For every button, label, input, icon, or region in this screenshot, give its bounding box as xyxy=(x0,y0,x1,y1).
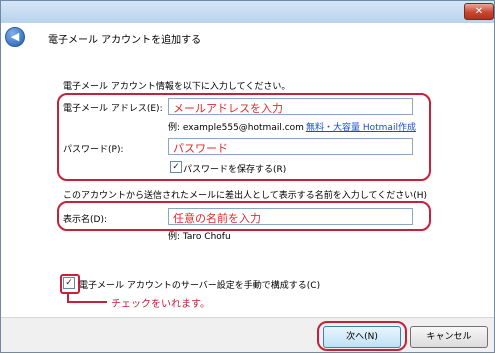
annotation-note: チェックをいれます。 xyxy=(111,299,210,310)
manual-config-checkbox[interactable]: ✓ xyxy=(63,277,75,289)
cancel-button[interactable]: キャンセル xyxy=(410,326,488,348)
manual-config-label: 電子メール アカウントのサーバー設定を手動で構成する(C) xyxy=(79,281,321,291)
next-button[interactable]: 次へ(N) xyxy=(323,326,401,348)
annotation-line-horizontal xyxy=(67,301,107,303)
back-arrow-icon[interactable]: ◀ xyxy=(5,27,25,47)
close-button[interactable]: ✕ xyxy=(464,3,494,20)
annotation-box-display-name xyxy=(57,201,431,231)
window-title: 電子メール アカウントを追加する xyxy=(48,35,202,46)
intro-text: 電子メール アカウント情報を以下に入力してください。 xyxy=(63,82,291,92)
title-bar xyxy=(1,1,494,23)
dialog-window: ✕ ◀ 電子メール アカウントを追加する 電子メール アカウント情報を以下に入力… xyxy=(0,0,495,353)
annotation-box-account xyxy=(57,93,431,181)
display-name-instruction: このアカウントから送信されたメールに差出人として表示する名前を入力してください(… xyxy=(63,191,427,201)
